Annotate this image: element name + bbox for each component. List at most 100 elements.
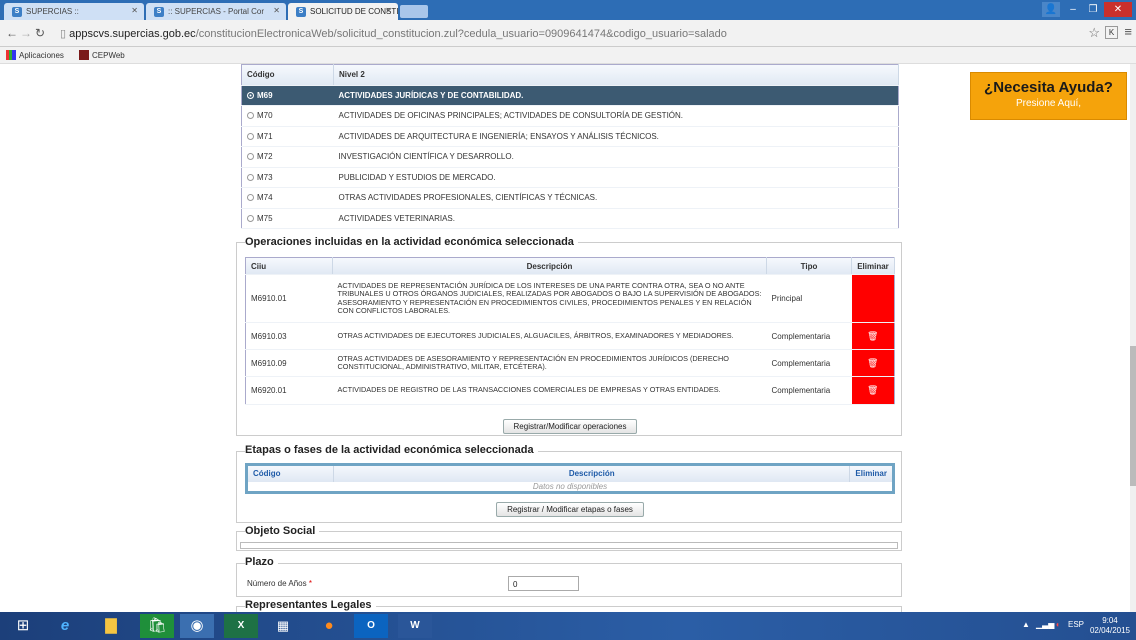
code-value: M69 xyxy=(257,90,273,100)
ciiu-cell: M6920.01 xyxy=(245,376,333,405)
address-bar-row: ← → ↻ ▯ appscvs.supercias.gob.ec/constit… xyxy=(0,20,1136,47)
clock-time: 9:04 xyxy=(1102,616,1118,625)
minimize-icon[interactable]: – xyxy=(1064,2,1082,17)
plazo-label: Número de Años * xyxy=(247,579,312,588)
radio-button[interactable] xyxy=(247,214,254,222)
code-cell[interactable]: M74 xyxy=(241,187,334,209)
close-icon[interactable]: ✕ xyxy=(385,6,392,15)
code-cell[interactable]: M73 xyxy=(241,167,334,188)
registrar-etapas-button[interactable]: Registrar / Modificar etapas o fases xyxy=(496,502,644,517)
tipo-cell: Complementaria xyxy=(766,376,852,405)
bookmark-star-icon[interactable]: ☆ xyxy=(1088,25,1100,41)
radio-button[interactable] xyxy=(247,112,254,120)
volume-icon[interactable]: ◖ xyxy=(1055,620,1060,629)
browser-tab-2[interactable]: S :: SUPERCIAS - Portal Cor ✕ xyxy=(146,3,286,20)
trash-icon[interactable]: 🗑 xyxy=(867,385,878,395)
trash-icon[interactable]: 🗑 xyxy=(867,331,878,341)
code-cell[interactable]: M71 xyxy=(241,126,334,147)
file-explorer-icon[interactable]: ▇ xyxy=(94,614,128,638)
code-cell[interactable]: M70 xyxy=(241,105,334,127)
table-header: Código Descripción Eliminar xyxy=(246,464,894,482)
tipo-cell: Principal xyxy=(766,274,852,323)
user-icon[interactable]: 👤 xyxy=(1042,2,1060,17)
extension-icon[interactable]: K xyxy=(1105,26,1118,39)
scrollbar-thumb[interactable] xyxy=(1130,346,1136,486)
radio-button[interactable] xyxy=(247,153,254,161)
anos-label: Número de Años xyxy=(247,579,307,588)
windows-start-icon[interactable]: ⊞ xyxy=(6,614,40,638)
delete-cell[interactable]: 🗑 xyxy=(851,376,895,405)
store-icon[interactable]: 🛍 xyxy=(140,614,174,638)
chrome-icon[interactable]: ◉ xyxy=(180,614,214,638)
help-button[interactable]: ¿Necesita Ayuda? Presione Aquí, xyxy=(970,72,1127,120)
table-row[interactable]: M74 OTRAS ACTIVIDADES PROFESIONALES, CIEN… xyxy=(241,187,899,209)
firefox-icon[interactable]: ● xyxy=(312,614,346,638)
description-cell: ACTIVIDADES DE REGISTRO DE LAS TRANSACCI… xyxy=(332,376,767,405)
supercias-favicon-icon: S xyxy=(296,7,306,17)
name-cell: OTRAS ACTIVIDADES PROFESIONALES, CIENTÍF… xyxy=(333,187,899,209)
registrar-operaciones-button[interactable]: Registrar/Modificar operaciones xyxy=(503,419,637,434)
code-cell[interactable]: M69 xyxy=(241,85,334,106)
browser-tab-1[interactable]: S SUPERCIAS :: ✕ xyxy=(4,3,144,20)
code-cell[interactable]: M75 xyxy=(241,208,334,229)
supercias-favicon-icon: S xyxy=(154,7,164,17)
word-icon[interactable]: W xyxy=(398,614,432,638)
radio-button[interactable] xyxy=(247,132,254,140)
close-icon[interactable]: ✕ xyxy=(273,6,280,15)
name-cell: INVESTIGACIÓN CIENTÍFICA Y DESARROLLO. xyxy=(333,146,899,168)
clock[interactable]: 9:04 02/04/2015 xyxy=(1090,616,1130,636)
signal-icon[interactable]: ▁▃▅ xyxy=(1036,620,1054,629)
description-cell: ACTIVIDADES DE REPRESENTACIÓN JURÍDICA D… xyxy=(332,274,767,323)
code-value: M73 xyxy=(257,172,273,182)
back-arrow-icon[interactable]: ← xyxy=(6,26,18,40)
table-row[interactable]: M69 ACTIVIDADES JURÍDICAS Y DE CONTABILID… xyxy=(241,85,899,106)
tipo-cell: Complementaria xyxy=(766,322,852,350)
representantes-legend: Representantes Legales xyxy=(245,599,376,611)
delete-cell xyxy=(851,274,895,323)
table-row[interactable]: M73 PUBLICIDAD Y ESTUDIOS DE MERCADO. xyxy=(241,167,899,188)
operaciones-legend: Operaciones incluidas en la actividad ec… xyxy=(245,236,578,248)
code-value: M75 xyxy=(257,213,273,223)
delete-cell[interactable]: 🗑 xyxy=(851,322,895,350)
bookmark-cepweb[interactable]: CEPWeb xyxy=(79,50,125,60)
table-row[interactable]: M72 INVESTIGACIÓN CIENTÍFICA Y DESARROLLO… xyxy=(241,146,899,168)
radio-button[interactable] xyxy=(247,173,254,181)
language-indicator[interactable]: ESP xyxy=(1068,620,1084,629)
outlook-icon[interactable]: O xyxy=(354,614,388,638)
code-cell[interactable]: M72 xyxy=(241,146,334,168)
url-path: /constitucionElectronicaWeb/solicitud_co… xyxy=(195,28,727,40)
chrome-menu-icon[interactable]: ≡ xyxy=(1124,24,1132,39)
page-icon: ▯ xyxy=(60,28,70,40)
objeto-social-field[interactable] xyxy=(240,542,898,549)
table-row[interactable]: M75 ACTIVIDADES VETERINARIAS. xyxy=(241,208,899,229)
delete-cell[interactable]: 🗑 xyxy=(851,349,895,377)
radio-button[interactable] xyxy=(247,91,254,99)
new-tab-button[interactable] xyxy=(400,5,428,18)
radio-button[interactable] xyxy=(247,194,254,202)
table-row: M6910.03 OTRAS ACTIVIDADES DE EJECUTORES … xyxy=(245,322,895,350)
table-row[interactable]: M70 ACTIVIDADES DE OFICINAS PRINCIPALES; … xyxy=(241,105,899,127)
url-field[interactable]: ▯ appscvs.supercias.gob.ec/constitucionE… xyxy=(50,24,1050,43)
excel-icon[interactable]: X xyxy=(224,614,258,638)
window-close-icon[interactable]: ✕ xyxy=(1104,2,1132,17)
code-value: M72 xyxy=(257,152,273,162)
bookmark-apps[interactable]: Aplicaciones xyxy=(6,50,64,60)
numero-anos-input[interactable]: 0 xyxy=(508,576,579,591)
etapas-legend: Etapas o fases de la actividad económica… xyxy=(245,444,538,456)
apps-grid-icon xyxy=(6,50,16,60)
browser-tab-3[interactable]: S SOLICITUD DE CONSTITU ✕ xyxy=(288,3,398,20)
internet-explorer-icon[interactable]: e xyxy=(48,614,82,638)
page-scrollbar[interactable] xyxy=(1130,64,1136,612)
tab-title: :: SUPERCIAS - Portal Cor xyxy=(168,7,265,16)
table-row[interactable]: M71 ACTIVIDADES DE ARQUITECTURA E INGENIE… xyxy=(241,126,899,147)
forward-arrow-icon[interactable]: → xyxy=(20,26,32,40)
close-icon[interactable]: ✕ xyxy=(131,6,138,15)
empty-row: Datos no disponibles xyxy=(247,482,894,493)
calculator-icon[interactable]: ▦ xyxy=(266,614,300,638)
reload-icon[interactable]: ↻ xyxy=(35,26,45,40)
maximize-icon[interactable]: ❐ xyxy=(1084,2,1102,17)
tray-arrow-icon[interactable]: ▲ xyxy=(1022,620,1030,629)
column-header: Descripción xyxy=(332,257,767,275)
required-marker: * xyxy=(308,579,312,588)
trash-icon[interactable]: 🗑 xyxy=(867,358,878,368)
